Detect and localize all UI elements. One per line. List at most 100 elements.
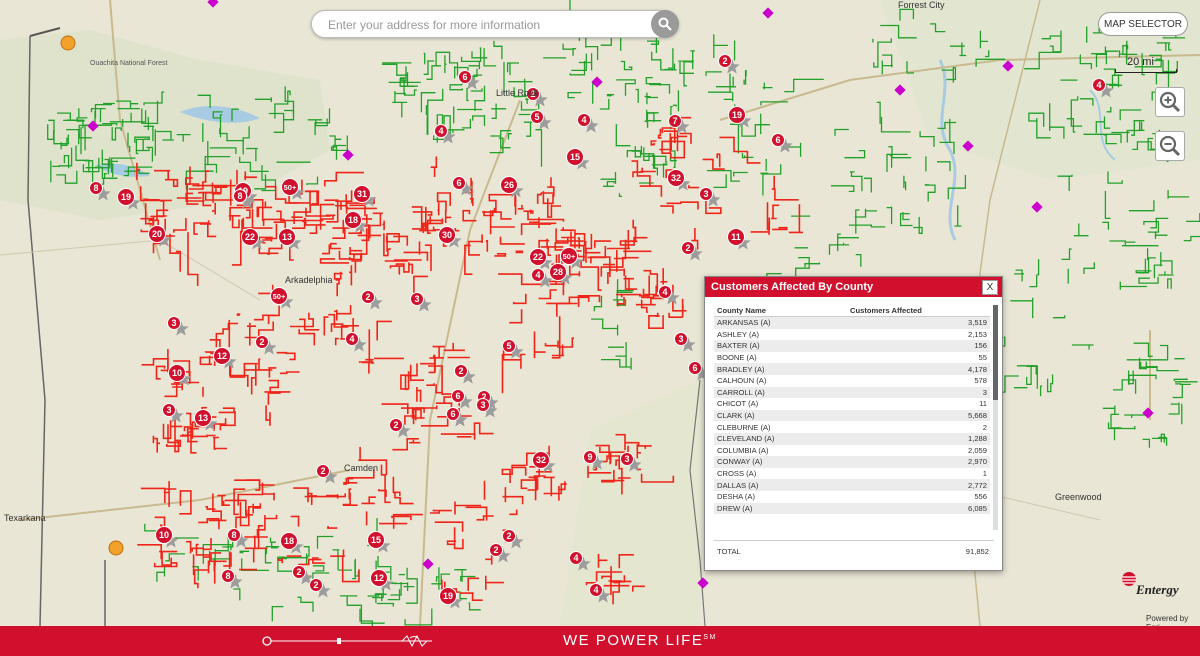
grid-line-segment <box>644 95 651 98</box>
table-row: CHICOT (A) 11 <box>714 398 990 410</box>
popup-title: Customers Affected By County <box>711 281 874 293</box>
outage-count-label: 19 <box>732 110 742 120</box>
grid-line-segment <box>1175 383 1191 386</box>
customers-affected-cell: 2,772 <box>847 479 990 491</box>
table-row: DALLAS (A) 2,772 <box>714 479 990 491</box>
table-row: BRADLEY (A) 4,178 <box>714 363 990 375</box>
outage-count-label: 6 <box>692 363 697 373</box>
popup-close-button[interactable]: X <box>982 280 998 295</box>
customers-affected-cell: 156 <box>847 340 990 352</box>
outage-count-label: 2 <box>313 580 318 590</box>
outage-count-label: 13 <box>282 232 292 242</box>
outage-count-label: 13 <box>198 413 208 423</box>
outage-count-label: 22 <box>245 232 255 242</box>
customers-affected-cell: 1 <box>982 469 987 479</box>
outage-count-label: 32 <box>536 455 546 465</box>
table-row: BOONE (A) 55 <box>714 352 990 364</box>
customers-affected-cell: 2 <box>982 422 987 432</box>
county-name-cell: DESHA (A) <box>717 492 755 502</box>
map-place-label: Camden <box>344 463 378 473</box>
outage-count-label: 2 <box>685 243 690 253</box>
map-selector-button[interactable]: MAP SELECTOR <box>1098 12 1188 36</box>
outage-count-label: 2 <box>722 56 727 66</box>
map-canvas[interactable]: 6254471961528191950+31626323418202213302… <box>0 0 1200 626</box>
customers-affected-cell: 2,970 <box>847 456 990 468</box>
outage-count-label: 4 <box>581 115 586 125</box>
outage-count-label: 4 <box>535 270 540 280</box>
outage-count-label: 2 <box>493 545 498 555</box>
outage-count-label: 3 <box>166 405 171 415</box>
outage-count-label: 19 <box>443 591 453 601</box>
table-row: ASHLEY (A) 2,153 <box>714 329 990 341</box>
outage-line-segment <box>374 357 404 360</box>
outage-count-label: 8 <box>93 183 98 193</box>
map-place-label: Ouachita National Forest <box>90 60 167 67</box>
search-icon <box>658 17 672 31</box>
customers-affected-cell: 3,519 <box>847 316 990 329</box>
outage-map[interactable]: 6254471961528191950+31626323418202213302… <box>0 0 1200 626</box>
county-table-container[interactable]: County Name Customers Affected ARKANSAS … <box>714 305 998 530</box>
table-scrollbar[interactable] <box>993 305 998 530</box>
map-place-label: Texarkana <box>4 513 46 523</box>
total-row: TOTAL 91,852 <box>717 547 993 556</box>
outage-count-label: 6 <box>450 409 455 419</box>
table-row: BAXTER (A) 156 <box>714 340 990 352</box>
grid-line-segment <box>1037 259 1040 276</box>
customers-affected-cell: 4,178 <box>847 363 990 375</box>
outage-count-label: 9 <box>587 452 592 462</box>
county-name-cell: CALHOUN (A) <box>717 376 767 386</box>
scale-label: 20 mi <box>1127 56 1154 68</box>
outage-count-label: 8 <box>237 191 242 201</box>
grid-line-segment <box>60 141 62 150</box>
outage-count-label: 26 <box>504 180 514 190</box>
grid-line-segment <box>438 567 440 590</box>
county-name-cell: DREW (A) <box>714 502 847 515</box>
outage-line-segment <box>486 240 489 252</box>
table-row: CLARK (A) 5,668 <box>714 409 990 422</box>
county-name-cell: CHICOT (A) <box>717 399 759 409</box>
outage-count-label: 2 <box>506 531 511 541</box>
table-row: CALHOUN (A) 578 <box>714 375 990 387</box>
outage-count-label: 31 <box>357 189 367 199</box>
customers-affected-cell: 11 <box>979 399 987 409</box>
map-place-label: Greenwood <box>1055 492 1102 502</box>
outage-count-label: 50+ <box>273 292 286 301</box>
outage-count-label: 2 <box>320 466 325 476</box>
outage-count-label: 2 <box>365 292 370 302</box>
customers-affected-cell: 2,153 <box>967 329 987 339</box>
county-name-cell: CARROLL (A) <box>714 386 847 399</box>
alert-dot[interactable] <box>108 540 124 556</box>
county-name-cell: DALLAS (A) <box>714 479 847 491</box>
outage-count-label: 18 <box>284 536 294 546</box>
customers-affected-cell: 6,085 <box>847 502 990 515</box>
outage-count-label: 50+ <box>284 183 297 192</box>
outage-count-label: 3 <box>624 454 629 464</box>
scrollbar-thumb[interactable] <box>993 305 998 400</box>
alert-dot[interactable] <box>60 35 76 51</box>
outage-count-label: 8 <box>225 571 230 581</box>
outage-count-label: 7 <box>672 116 677 126</box>
customers-affected-cell: 1,288 <box>847 432 990 445</box>
zoom-in-button[interactable] <box>1155 87 1185 117</box>
grid-line-segment <box>103 102 115 105</box>
outage-count-label: 12 <box>217 351 227 361</box>
address-search-input[interactable] <box>326 15 650 35</box>
county-name-cell: CONWAY (A) <box>714 456 847 468</box>
outage-count-label: 4 <box>349 334 354 344</box>
customers-affected-cell: 5,668 <box>847 409 990 422</box>
zoom-out-button[interactable] <box>1155 131 1185 161</box>
service-mark: SM <box>703 634 717 641</box>
customers-affected-cell: 556 <box>974 492 987 502</box>
outage-count-label: 4 <box>662 287 667 297</box>
customers-affected-popup: Customers Affected By County X County Na… <box>704 276 1003 571</box>
outage-count-label: 18 <box>348 215 358 225</box>
outage-count-label: 2 <box>458 366 463 376</box>
address-search <box>311 10 679 38</box>
outage-count-label: 6 <box>775 135 780 145</box>
total-divider <box>714 540 994 541</box>
customers-column-header: Customers Affected <box>847 305 990 317</box>
table-row: CROSS (A) 1 <box>714 468 990 480</box>
outage-count-label: 19 <box>121 192 131 202</box>
search-button[interactable] <box>651 10 679 38</box>
county-name-cell: CLEBURNE (A) <box>717 422 771 432</box>
